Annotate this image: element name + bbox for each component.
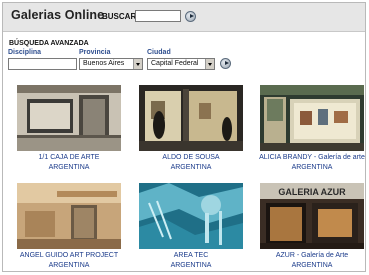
gallery-photo[interactable] [139,85,243,151]
gallery-name[interactable]: 1/1 CAJA DE ARTE [14,153,124,163]
advanced-search-title: BÚSQUEDA AVANZADA [9,40,89,47]
search-label: BUSCAR [102,12,137,21]
gallery-country: ARGENTINA [48,262,90,269]
gallery-card-alicia-brandy[interactable]: ALICIA BRANDY - Galería de arte ARGENTIN… [257,85,367,173]
gallery-photo[interactable] [17,183,121,249]
search-go-button[interactable] [185,11,196,22]
gallery-photo[interactable]: GALERIA AZUR [260,183,364,249]
city-select-value: Capital Federal [151,60,199,67]
city-select[interactable]: Capital Federal [147,58,215,70]
city-label: Ciudad [147,49,171,56]
gallery-card-aldo-de-sousa[interactable]: ALDO DE SOUSA ARGENTINA [136,85,246,173]
gallery-name[interactable]: ALDO DE SOUSA [136,153,246,163]
gallery-card-angel-guido[interactable]: ANGEL GUIDO ART PROJECT ARGENTINA [14,183,124,271]
chevron-down-icon[interactable] [133,59,142,69]
gallery-photo[interactable] [139,183,243,249]
gallery-country: ARGENTINA [291,262,333,269]
gallery-card-caja-de-arte[interactable]: 1/1 CAJA DE ARTE ARGENTINA [14,85,124,173]
gallery-sign: GALERIA AZUR [278,187,346,197]
gallery-country: ARGENTINA [170,164,212,171]
gallery-country: ARGENTINA [170,262,212,269]
page-frame: Galerias Online BUSCAR BÚSQUEDA AVANZADA… [2,2,366,272]
gallery-card-area-tec[interactable]: AREA TEC ARGENTINA [136,183,246,271]
gallery-photo[interactable] [260,85,364,151]
province-label: Provincia [79,49,111,56]
discipline-label: Disciplina [8,49,42,56]
discipline-input[interactable] [8,58,77,70]
header-bar: Galerias Online BUSCAR [3,3,365,32]
province-select-value: Buenos Aires [83,60,125,67]
gallery-name[interactable]: ANGEL GUIDO ART PROJECT [14,251,124,261]
gallery-country: ARGENTINA [48,164,90,171]
chevron-down-icon[interactable] [205,59,214,69]
site-title[interactable]: Galerias Online [11,8,104,22]
gallery-name[interactable]: AREA TEC [136,251,246,261]
gallery-name[interactable]: AZUR - Galería de Arte [257,251,367,261]
gallery-photo[interactable] [17,85,121,151]
advanced-search-go-button[interactable] [220,58,231,69]
gallery-country: ARGENTINA [291,164,333,171]
gallery-name[interactable]: ALICIA BRANDY - Galería de arte [257,153,367,163]
province-select[interactable]: Buenos Aires [79,58,143,70]
gallery-card-azur[interactable]: GALERIA AZUR AZUR - Galería de Arte ARGE… [257,183,367,271]
search-input[interactable] [135,10,181,22]
